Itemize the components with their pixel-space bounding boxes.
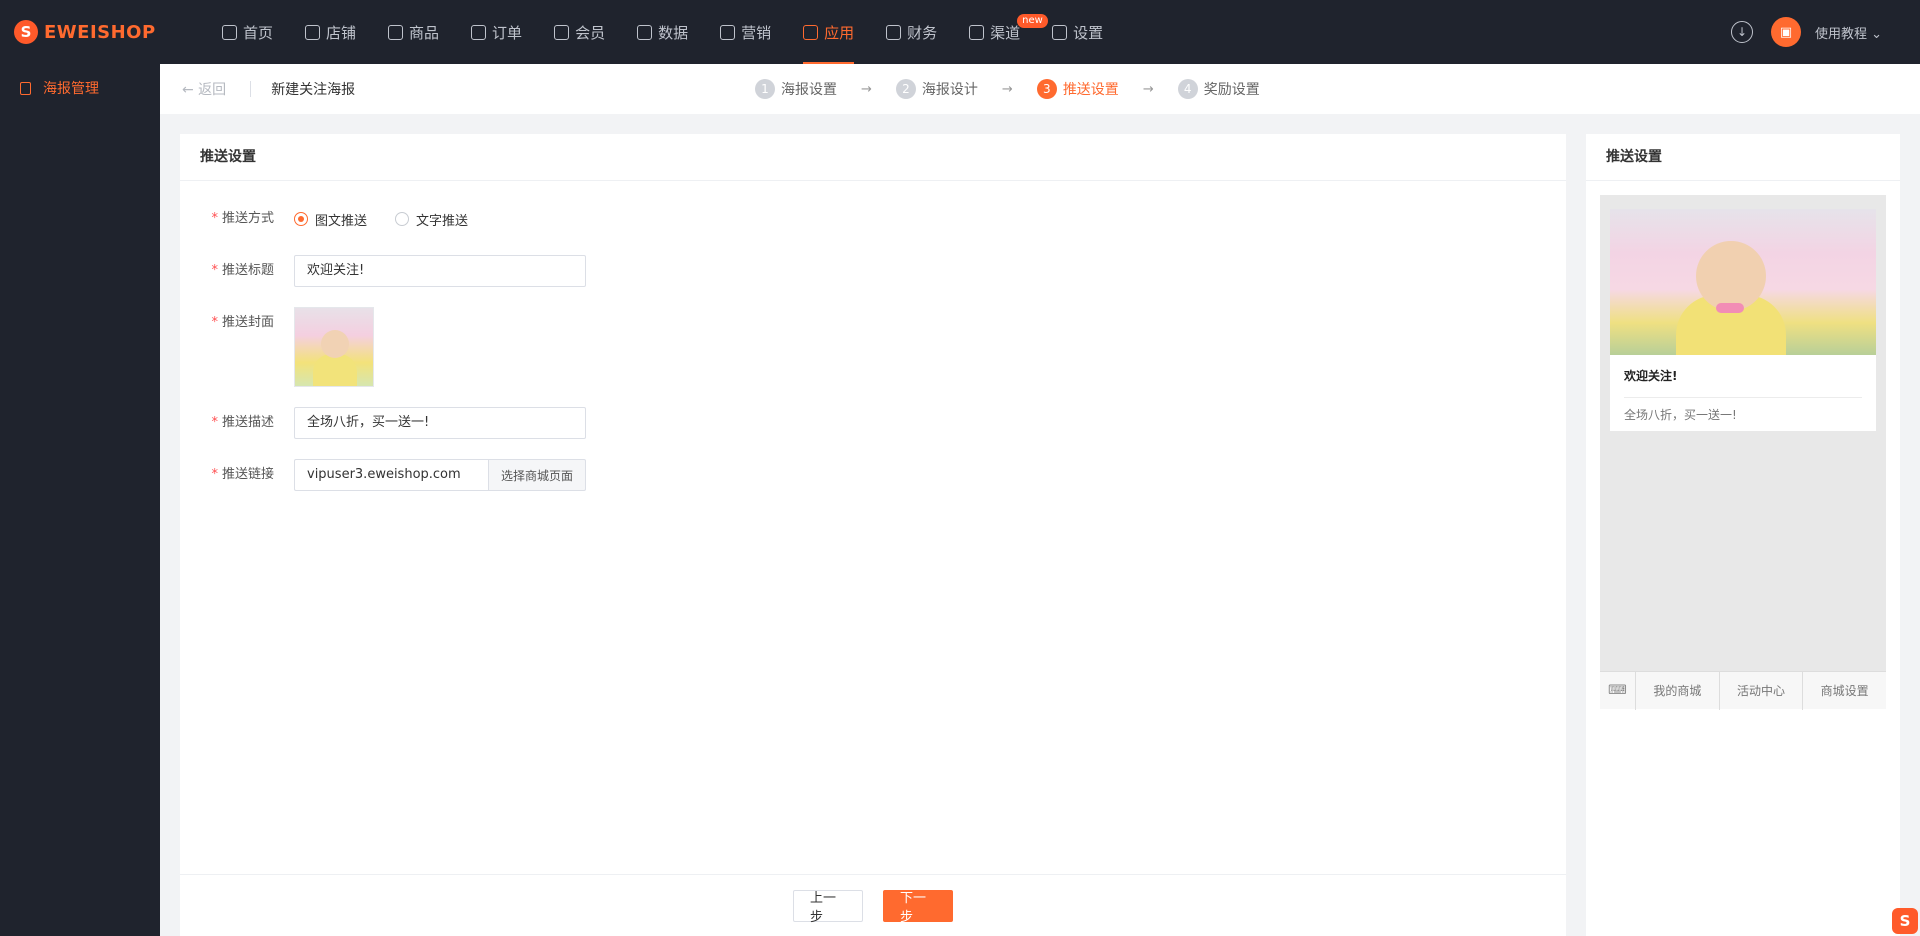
tag-icon xyxy=(720,24,736,40)
step-indicator: 1 海报设置 → 2 海报设计 → 3 推送设置 → 4 奖励设置 xyxy=(755,64,1260,114)
avatar[interactable]: ▣ xyxy=(1770,17,1801,47)
tutorial-dropdown[interactable]: 使用教程 ⌄ xyxy=(1815,23,1882,42)
brand-logo[interactable]: S EWEISHOP xyxy=(14,20,190,44)
divider xyxy=(250,81,252,97)
download-icon[interactable]: ↓ xyxy=(1730,21,1753,43)
nav-item-app[interactable]: 应用 xyxy=(787,0,870,64)
required-mark: * xyxy=(211,315,218,330)
nav-item-store[interactable]: 店铺 xyxy=(289,0,372,64)
chart-icon xyxy=(637,24,653,40)
corner-brand-icon[interactable]: S xyxy=(1892,908,1918,934)
preview-card: 欢迎关注! 全场八折，买一送一! xyxy=(1610,209,1876,431)
nav-item-settings[interactable]: 设置 xyxy=(1036,0,1119,64)
row-push-desc: * 推送描述 全场八折，买一送一! xyxy=(180,407,1566,439)
sidebar-item-poster-manage[interactable]: 海报管理 xyxy=(0,66,160,110)
sidebar-item-label: 海报管理 xyxy=(43,81,99,97)
push-link-group: vipuser3.eweishop.com 选择商城页面 xyxy=(294,459,586,491)
row-push-cover: * 推送封面 xyxy=(180,307,1566,387)
arrow-right-icon: → xyxy=(861,81,872,97)
push-link-input[interactable]: vipuser3.eweishop.com xyxy=(294,459,488,491)
sidebar: 海报管理 xyxy=(0,64,160,936)
radio-image-text-push[interactable]: 图文推送 xyxy=(294,210,367,229)
push-title-input[interactable]: 欢迎关注! xyxy=(294,255,586,287)
nav-item-product[interactable]: 商品 xyxy=(372,0,455,64)
nav-item-channel[interactable]: 渠道 new xyxy=(953,0,1048,64)
row-push-type: * 推送方式 图文推送 文字推送 xyxy=(180,203,1566,235)
push-settings-form: * 推送方式 图文推送 文字推送 * 推送标题 欢迎关注! * 推送封面 * 推送描述 … xyxy=(180,181,1566,491)
menu-item-mall-settings: 商城设置 xyxy=(1820,683,1869,698)
push-cover-image[interactable] xyxy=(294,307,374,387)
logo-text: EWEISHOP xyxy=(44,21,156,43)
phone-preview: 欢迎关注! 全场八折，买一送一! ⌨ 我的商城 活动中心 商城设置 xyxy=(1600,195,1886,710)
nav-item-order[interactable]: 订单 xyxy=(455,0,538,64)
nav-item-data[interactable]: 数据 xyxy=(621,0,704,64)
app-icon xyxy=(803,24,819,40)
page-header: ← 返回 新建关注海报 1 海报设置 → 2 海报设计 → 3 推送设置 → 4 奖励设… xyxy=(160,64,1920,114)
product-icon xyxy=(388,24,404,40)
top-right-tools: ↓ ▣ 使用教程 ⌄ xyxy=(1730,17,1882,47)
nav-item-home[interactable]: 首页 xyxy=(206,0,289,64)
preview-card-title: 欢迎关注! xyxy=(1624,369,1678,383)
step-poster-settings: 1 海报设置 xyxy=(755,79,837,99)
push-settings-panel: 推送设置 * 推送方式 图文推送 文字推送 * 推送标题 欢迎关注! * 推送封面 *… xyxy=(180,134,1566,936)
order-icon xyxy=(471,24,487,40)
gear-icon xyxy=(1052,24,1068,40)
home-icon xyxy=(222,24,237,40)
arrow-right-icon: → xyxy=(1142,81,1154,97)
row-push-title: * 推送标题 欢迎关注! xyxy=(180,255,1566,287)
preview-title: 推送设置 xyxy=(1586,134,1900,181)
member-icon xyxy=(554,24,570,40)
nav-item-marketing[interactable]: 营销 xyxy=(704,0,787,64)
row-push-link: * 推送链接 vipuser3.eweishop.com 选择商城页面 xyxy=(180,459,1566,491)
logo-mark-icon: S xyxy=(14,20,38,44)
back-link[interactable]: ← 返回 xyxy=(182,79,226,99)
poster-icon xyxy=(20,81,31,95)
required-mark: * xyxy=(211,263,218,278)
preview-cover-image xyxy=(1610,209,1876,355)
required-mark: * xyxy=(211,467,218,482)
form-footer: 上一步 下一步 xyxy=(180,874,1566,936)
push-type-radio-group: 图文推送 文字推送 xyxy=(294,203,496,235)
arrow-right-icon: → xyxy=(1001,81,1013,97)
nav-item-finance[interactable]: 财务 xyxy=(870,0,953,64)
panel-title: 推送设置 xyxy=(180,134,1566,181)
store-icon xyxy=(305,24,321,40)
top-navbar: S EWEISHOP 首页 店铺 商品 订单 会员 数据 营销 应用 财务 渠道… xyxy=(0,0,1920,64)
next-step-button[interactable]: 下一步 xyxy=(883,889,953,925)
menu-item-activity-center: 活动中心 xyxy=(1720,671,1804,710)
select-mall-page-button[interactable]: 选择商城页面 xyxy=(488,459,586,491)
step-poster-design: 2 海报设计 xyxy=(895,79,978,99)
nav-item-member[interactable]: 会员 xyxy=(538,0,621,64)
finance-icon xyxy=(886,24,902,40)
preview-card-desc: 全场八折，买一送一! xyxy=(1624,408,1737,422)
channel-icon xyxy=(969,24,985,40)
step-reward-settings: 4 奖励设置 xyxy=(1177,79,1260,99)
keyboard-icon: ⌨ xyxy=(1600,671,1636,710)
main-nav: 首页 店铺 商品 订单 会员 数据 营销 应用 财务 渠道 new 设置 xyxy=(206,0,1119,64)
preview-panel: 推送设置 欢迎关注! 全场八折，买一送一! ⌨ 我的商城 活动中心 商城设置 xyxy=(1586,134,1900,936)
wechat-menu-bar: ⌨ 我的商城 活动中心 商城设置 xyxy=(1600,671,1886,710)
prev-step-button[interactable]: 上一步 xyxy=(793,889,863,925)
page-title: 新建关注海报 xyxy=(271,82,356,98)
required-mark: * xyxy=(211,415,218,430)
push-desc-input[interactable]: 全场八折，买一送一! xyxy=(294,407,586,439)
radio-text-push[interactable]: 文字推送 xyxy=(395,210,468,229)
step-push-settings: 3 推送设置 xyxy=(1036,79,1119,99)
menu-item-my-mall: 我的商城 xyxy=(1636,671,1720,710)
required-mark: * xyxy=(211,211,218,226)
